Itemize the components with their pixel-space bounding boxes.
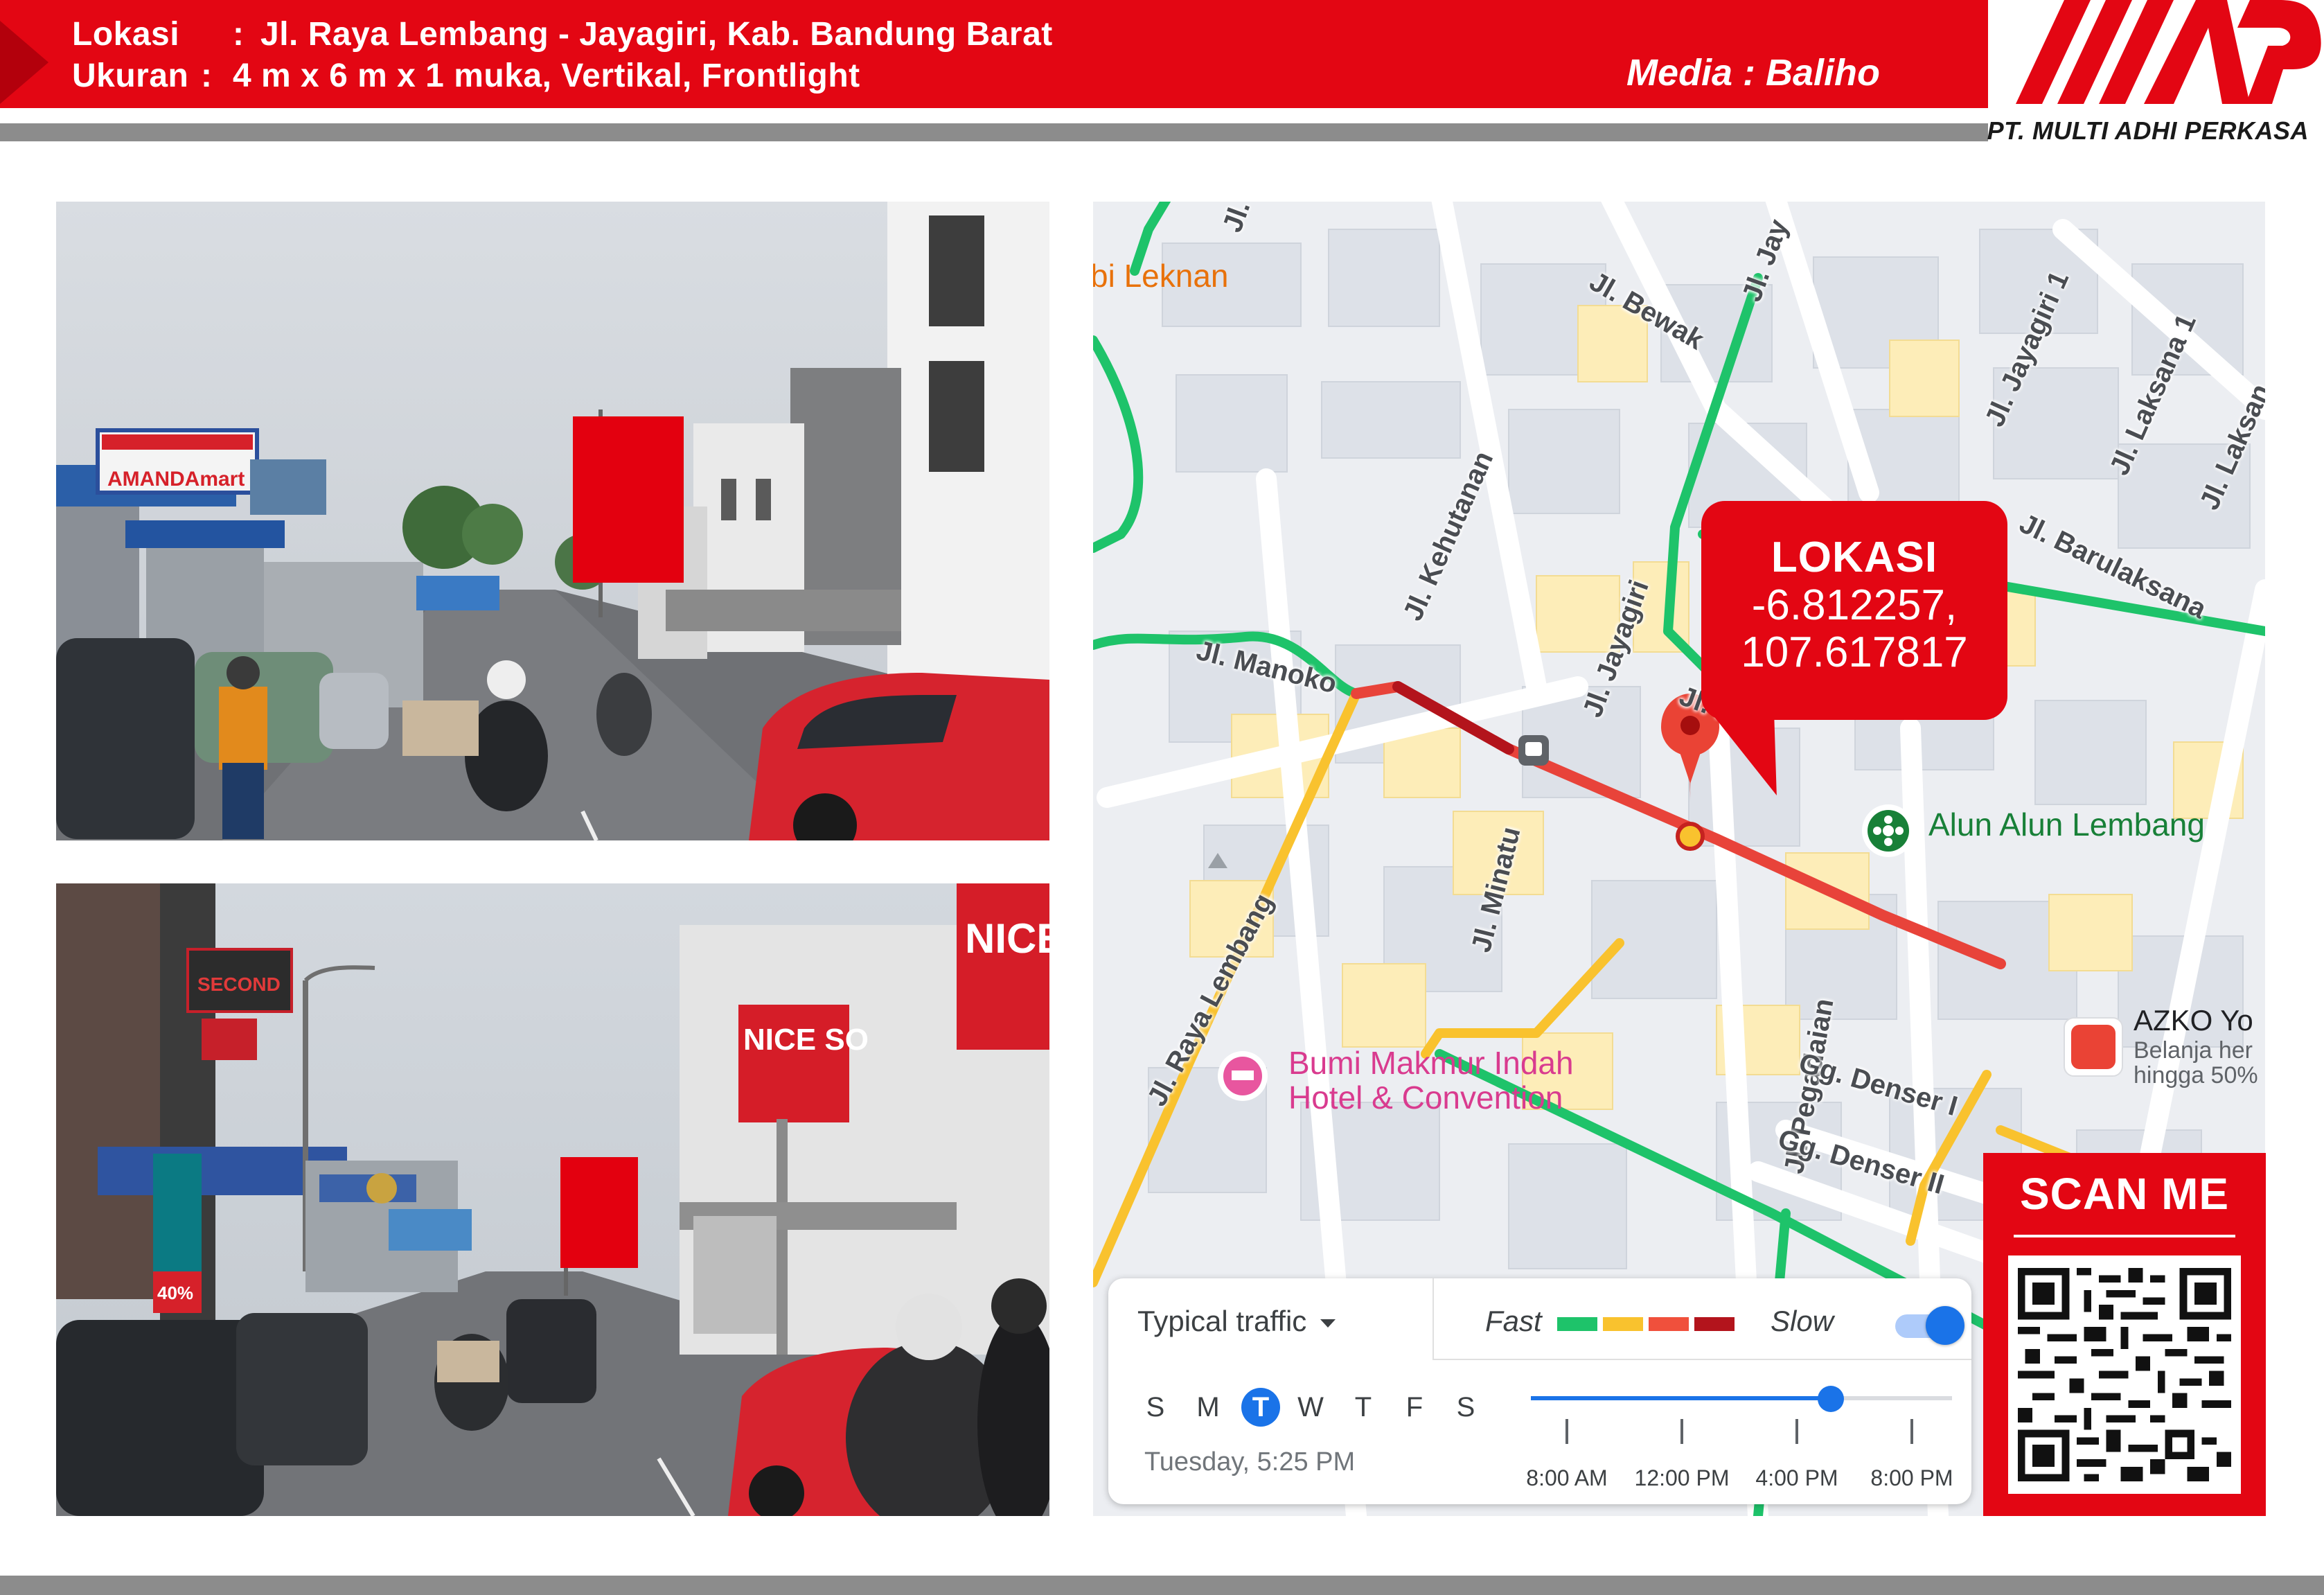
store-sign-hanging: NICE SO [743,1023,869,1057]
lokasi-value: Jl. Raya Lembang - Jayagiri, Kab. Bandun… [260,16,1053,53]
day-saturday[interactable]: S [1446,1388,1485,1427]
traffic-mode-dropdown[interactable]: Typical traffic [1137,1305,1336,1338]
lokasi-separator: : [233,16,245,53]
legend-slow-label: Slow [1771,1305,1834,1337]
legend-fast-label: Fast [1485,1305,1542,1337]
promo-badge: 40% [157,1283,193,1303]
day-thursday[interactable]: T [1344,1388,1383,1427]
traffic-mode-label: Typical traffic [1137,1305,1307,1337]
place-label-azko[interactable]: AZKO Yo [2134,1004,2253,1037]
street-photo-top: AMANDAmart vivo [56,202,1049,840]
header-divider-bar [0,123,1988,141]
day-monday[interactable]: M [1189,1388,1227,1427]
scan-me-box: SCAN ME [1983,1153,2266,1516]
selected-day-time: Tuesday, 5:25 PM [1144,1447,1356,1477]
map-logo-icon [2016,0,2321,104]
day-friday[interactable]: F [1395,1388,1434,1427]
day-wednesday[interactable]: W [1291,1388,1330,1427]
header-chevron-icon [0,21,48,104]
callout-latitude: -6.812257, [1751,581,1958,629]
callout-title: LOKASI [1771,534,1938,581]
tick-label-8am: 8:00 AM [1526,1465,1608,1490]
footer-bar [0,1576,2324,1595]
scan-me-divider [2014,1235,2235,1237]
place-label-lekan[interactable]: bi Leknan [1093,257,1229,294]
shop-sign: SECOND [197,973,281,995]
traffic-toggle-knob[interactable] [1926,1306,1964,1345]
callout-longitude: 107.617817 [1741,628,1968,676]
company-name: PT. MULTI ADHI PERKASA [1987,116,2309,145]
time-tick [1565,1419,1568,1444]
day-tuesday[interactable]: T [1241,1388,1280,1427]
place-sub-azko-2: hingga 50% [2134,1062,2258,1089]
store-sign-top: NICE SO [965,915,1049,962]
time-slider-fill [1531,1396,1831,1400]
legend-swatch-slowest [1694,1317,1735,1331]
tick-label-12pm: 12:00 PM [1634,1465,1730,1490]
place-label-hotel-2[interactable]: Hotel & Convention [1288,1080,1563,1115]
legend-swatch-medium [1603,1317,1643,1331]
traffic-panel: Typical traffic Fast Slow S M T W T F S … [1108,1278,1971,1504]
tick-label-4pm: 4:00 PM [1755,1465,1838,1490]
traffic-legend: Fast Slow [1432,1278,1971,1360]
storefront-sign: AMANDAmart [107,468,245,491]
ukuran-line: Ukuran:4 m x 6 m x 1 muka, Vertikal, Fro… [72,57,860,95]
time-slider-knob[interactable] [1818,1386,1844,1412]
place-sub-azko-1: Belanja her [2134,1037,2253,1064]
location-callout: LOKASI -6.812257, 107.617817 [1701,501,2007,720]
company-logo: PT. MULTI ADHI PERKASA [1987,0,2324,149]
time-tick [1680,1419,1683,1444]
ukuran-value: 4 m x 6 m x 1 muka, Vertikal, Frontlight [233,58,860,94]
time-tick [1795,1419,1798,1444]
legend-swatch-slow [1649,1317,1689,1331]
street-photo-bottom: SECOND 40% NICE SO NICE SO [56,883,1049,1516]
ukuran-separator: : [201,58,213,94]
tick-label-8pm: 8:00 PM [1870,1465,1953,1490]
qr-code[interactable] [2008,1255,2241,1494]
time-tick [1910,1419,1913,1444]
place-label-hotel-1[interactable]: Bumi Makmur Indah [1288,1046,1574,1080]
street-photo-top-illustration: AMANDAmart vivo [56,202,1049,840]
caret-down-icon [1320,1319,1336,1328]
media-type-label: Media : Baliho [1626,52,1881,94]
scan-me-title: SCAN ME [2019,1169,2230,1219]
legend-swatch-fast [1557,1317,1597,1331]
street-photo-bottom-illustration: SECOND 40% NICE SO NICE SO [56,883,1049,1516]
lokasi-label: Lokasi [72,16,180,53]
ukuran-label: Ukuran [72,58,189,94]
lokasi-line: Lokasi: Jl. Raya Lembang - Jayagiri, Kab.… [72,15,1053,53]
day-sunday[interactable]: S [1136,1388,1175,1427]
place-label-alun-alun[interactable]: Alun Alun Lembang [1928,806,2205,843]
qr-code-icon [2018,1268,2231,1481]
